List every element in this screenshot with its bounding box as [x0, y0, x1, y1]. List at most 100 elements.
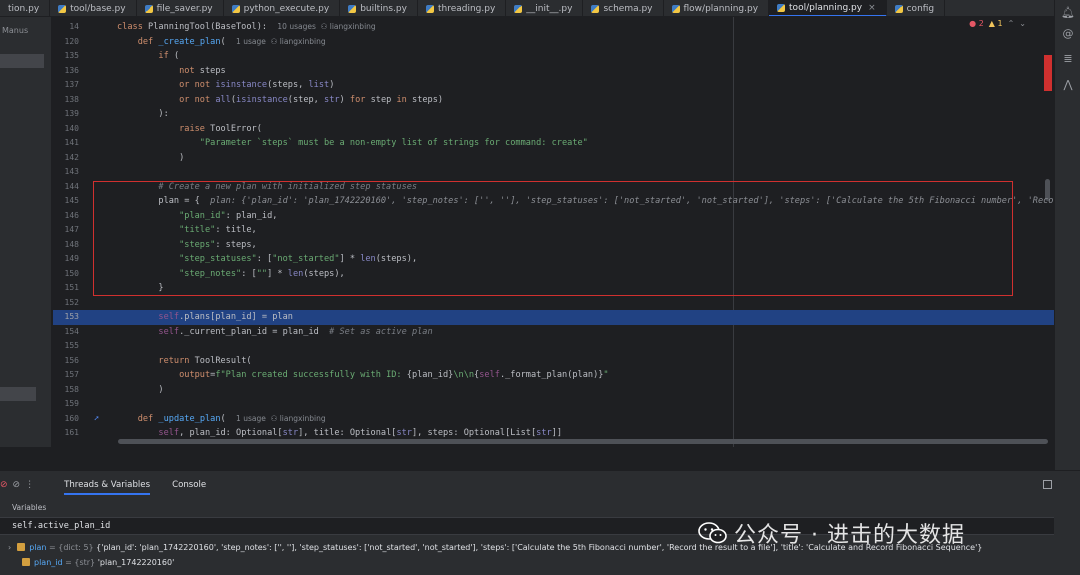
- code-line[interactable]: 158 ): [53, 383, 1054, 398]
- line-number[interactable]: 135: [53, 49, 79, 64]
- line-number[interactable]: 145: [53, 194, 79, 209]
- code-text[interactable]: output=f"Plan created successfully with …: [117, 368, 609, 383]
- code-line[interactable]: 154 self._current_plan_id = plan_id # Se…: [53, 325, 1054, 340]
- code-text[interactable]: or not all(isinstance(step, str) for ste…: [117, 93, 443, 108]
- error-stripe-marker[interactable]: [1044, 55, 1052, 91]
- code-text[interactable]: self.plans[plan_id] = plan: [117, 310, 293, 325]
- code-text[interactable]: "title": title,: [117, 223, 257, 238]
- code-text[interactable]: # Create a new plan with initialized ste…: [117, 180, 417, 195]
- project-tree-selection[interactable]: [0, 54, 44, 68]
- code-text[interactable]: ): [117, 383, 163, 398]
- line-number[interactable]: 139: [53, 107, 79, 122]
- ai-gutter-icon[interactable]: ➚: [94, 414, 99, 423]
- line-number[interactable]: 154: [53, 325, 79, 340]
- code-line[interactable]: 135 if (: [53, 49, 1054, 64]
- code-text[interactable]: "step_notes": [""] * len(steps),: [117, 267, 345, 282]
- editor-tab[interactable]: threading.py: [418, 0, 507, 16]
- line-number[interactable]: 158: [53, 383, 79, 398]
- project-label[interactable]: Manus: [2, 26, 28, 35]
- code-text[interactable]: ): [117, 151, 184, 166]
- code-text[interactable]: ):: [117, 107, 168, 122]
- code-line[interactable]: 136 not steps: [53, 64, 1054, 79]
- code-line[interactable]: 141 "Parameter `steps` must be a non-emp…: [53, 136, 1054, 151]
- code-text[interactable]: "steps": steps,: [117, 238, 257, 253]
- line-number[interactable]: 146: [53, 209, 79, 224]
- database-icon[interactable]: ≣: [1061, 52, 1075, 66]
- line-number[interactable]: 14: [53, 20, 79, 35]
- code-line[interactable]: 146 "plan_id": plan_id,: [53, 209, 1054, 224]
- code-line[interactable]: 161 self, plan_id: Optional[str], title:…: [53, 426, 1054, 441]
- code-text[interactable]: plan = { plan: {'plan_id': 'plan_1742220…: [117, 194, 1054, 209]
- code-line[interactable]: 160 def _update_plan( 1 usage ⚇ liangxin…: [53, 412, 1054, 427]
- editor-tab[interactable]: schema.py: [583, 0, 664, 16]
- mute-breakpoints-icon[interactable]: ⊘: [13, 480, 21, 490]
- code-line[interactable]: 120 def _create_plan( 1 usage ⚇ liangxin…: [53, 35, 1054, 50]
- code-text[interactable]: "plan_id": plan_id,: [117, 209, 277, 224]
- evaluate-expression-input[interactable]: self.active_plan_id: [12, 521, 110, 531]
- line-number[interactable]: 142: [53, 151, 79, 166]
- code-line[interactable]: 153 self.plans[plan_id] = plan: [53, 310, 1054, 325]
- code-line[interactable]: 156 return ToolResult(: [53, 354, 1054, 369]
- line-number[interactable]: 152: [53, 296, 79, 311]
- editor-tab[interactable]: __init__.py: [506, 0, 584, 16]
- code-text[interactable]: "Parameter `steps` must be a non-empty l…: [117, 136, 588, 151]
- code-text[interactable]: or not isinstance(steps, list): [117, 78, 334, 93]
- line-number[interactable]: 161: [53, 426, 79, 441]
- code-text[interactable]: raise ToolError(: [117, 122, 262, 137]
- line-number[interactable]: 159: [53, 397, 79, 412]
- layout-icon[interactable]: [1043, 480, 1052, 489]
- code-line[interactable]: 148 "steps": steps,: [53, 238, 1054, 253]
- more-icon[interactable]: ⋮: [25, 480, 34, 490]
- line-number[interactable]: 136: [53, 64, 79, 79]
- code-line[interactable]: 152: [53, 296, 1054, 311]
- code-text[interactable]: "step_statuses": ["not_started"] * len(s…: [117, 252, 417, 267]
- code-line[interactable]: 140 raise ToolError(: [53, 122, 1054, 137]
- editor-tab[interactable]: python_execute.py: [224, 0, 341, 16]
- code-editor[interactable]: ● 2 ▲ 1 ⌃ ⌄ 14 class PlanningTool(BaseToo…: [53, 17, 1054, 447]
- code-text[interactable]: def _update_plan( 1 usage ⚇ liangxinbing: [117, 412, 326, 427]
- line-number[interactable]: 144: [53, 180, 79, 195]
- breakpoint-icon[interactable]: ⊘: [0, 480, 8, 490]
- line-number[interactable]: 149: [53, 252, 79, 267]
- editor-tab[interactable]: flow/planning.py: [664, 0, 770, 16]
- code-text[interactable]: self, plan_id: Optional[str], title: Opt…: [117, 426, 562, 441]
- line-number[interactable]: 120: [53, 35, 79, 50]
- code-line[interactable]: 155: [53, 339, 1054, 354]
- editor-tab[interactable]: builtins.py: [340, 0, 418, 16]
- code-text[interactable]: }: [117, 281, 163, 296]
- line-number[interactable]: 141: [53, 136, 79, 151]
- code-line[interactable]: 149 "step_statuses": ["not_started"] * l…: [53, 252, 1054, 267]
- line-number[interactable]: 156: [53, 354, 79, 369]
- code-line[interactable]: 144 # Create a new plan with initialized…: [53, 180, 1054, 195]
- line-number[interactable]: 147: [53, 223, 79, 238]
- code-line[interactable]: 142 ): [53, 151, 1054, 166]
- line-number[interactable]: 160: [53, 412, 79, 427]
- project-tree-item[interactable]: [0, 387, 36, 401]
- code-line[interactable]: 147 "title": title,: [53, 223, 1054, 238]
- line-number[interactable]: 153: [53, 310, 79, 325]
- editor-tab[interactable]: tool/base.py: [50, 0, 137, 16]
- line-number[interactable]: 143: [53, 165, 79, 180]
- line-number[interactable]: 151: [53, 281, 79, 296]
- line-number[interactable]: 155: [53, 339, 79, 354]
- code-line[interactable]: 150 "step_notes": [""] * len(steps),: [53, 267, 1054, 282]
- line-number[interactable]: 157: [53, 368, 79, 383]
- line-number[interactable]: 148: [53, 238, 79, 253]
- variable-row[interactable]: plan_id = {str} 'plan_1742220160': [22, 558, 174, 567]
- editor-tab[interactable]: tion.py: [0, 0, 51, 16]
- chevron-right-icon[interactable]: ›: [8, 543, 11, 552]
- code-line[interactable]: 157 output=f"Plan created successfully w…: [53, 368, 1054, 383]
- spiral-icon[interactable]: @: [1061, 27, 1075, 41]
- code-line[interactable]: 159: [53, 397, 1054, 412]
- code-line[interactable]: 137 or not isinstance(steps, list): [53, 78, 1054, 93]
- close-icon[interactable]: ×: [868, 3, 876, 13]
- code-line[interactable]: 143: [53, 165, 1054, 180]
- code-line[interactable]: 138 or not all(isinstance(step, str) for…: [53, 93, 1054, 108]
- editor-tab[interactable]: file_saver.py: [137, 0, 224, 16]
- code-text[interactable]: def _create_plan( 1 usage ⚇ liangxinbing: [117, 35, 326, 50]
- line-number[interactable]: 150: [53, 267, 79, 282]
- code-text[interactable]: not steps: [117, 64, 226, 79]
- code-line[interactable]: 151 }: [53, 281, 1054, 296]
- line-number[interactable]: 137: [53, 78, 79, 93]
- code-text[interactable]: if (: [117, 49, 179, 64]
